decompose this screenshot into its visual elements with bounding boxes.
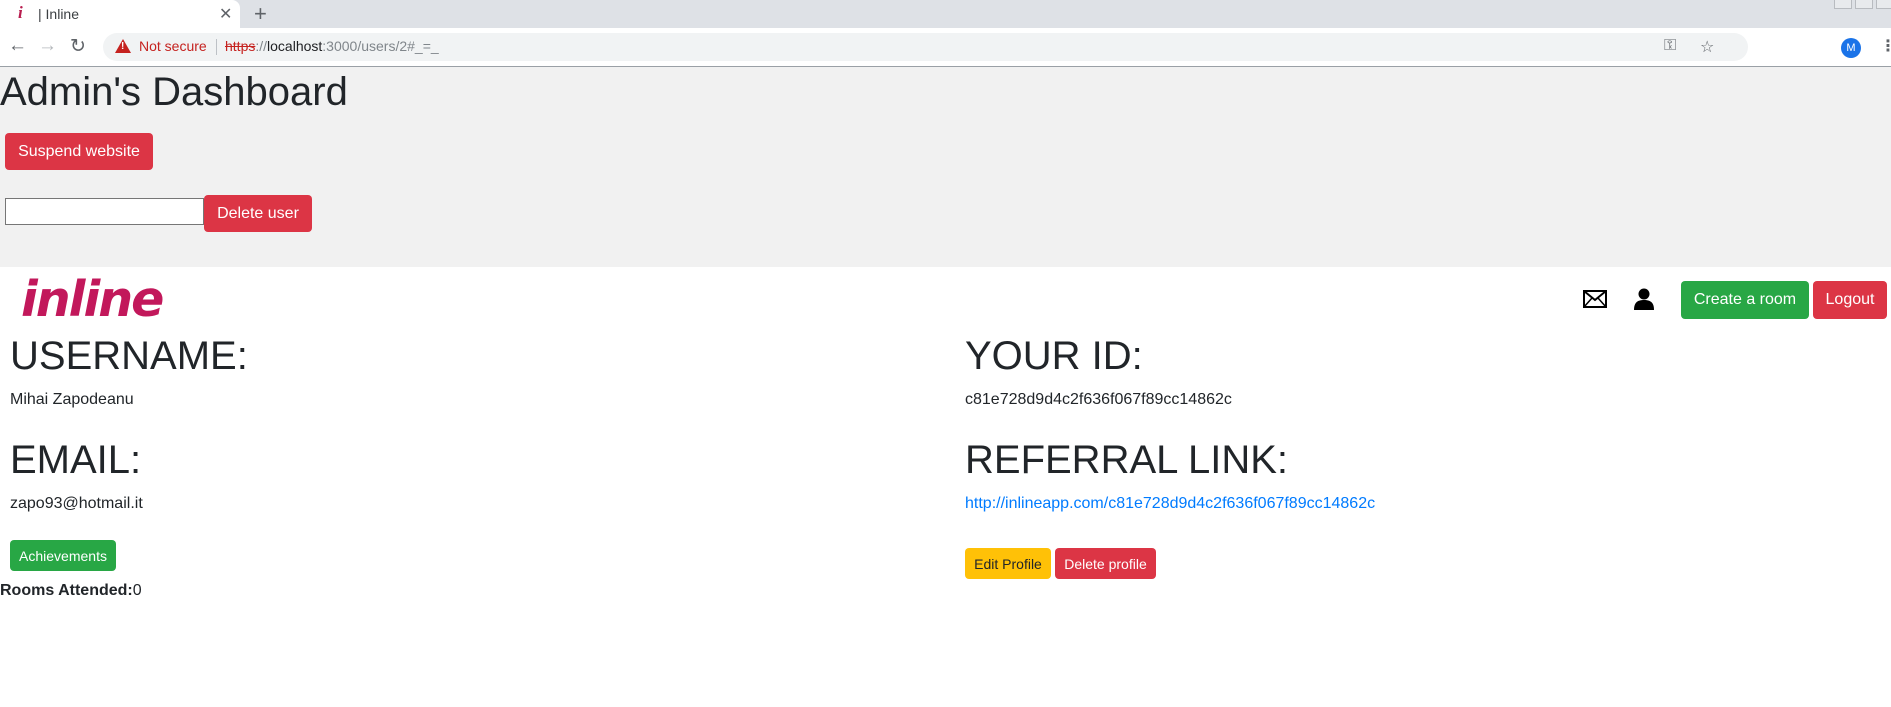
maximize-window-icon[interactable] <box>1855 0 1873 9</box>
url-host: localhost <box>267 38 323 54</box>
email-value: zapo93@hotmail.it <box>10 495 143 512</box>
rooms-attended-value: 0 <box>132 582 142 599</box>
envelope-icon[interactable] <box>1583 290 1607 308</box>
url-separator: :// <box>255 38 268 54</box>
browser-toolbar: ← → ↻ Not secure https://localhost:3000/… <box>0 28 1891 67</box>
close-window-icon[interactable] <box>1876 0 1891 9</box>
delete-user-button[interactable]: Delete user <box>204 195 312 232</box>
email-heading: EMAIL: <box>10 438 142 482</box>
your-id-value: c81e728d9d4c2f636f067f89cc14862c <box>965 391 1232 408</box>
username-value: Mihai Zapodeanu <box>10 391 134 408</box>
address-bar[interactable]: Not secure https://localhost:3000/users/… <box>103 33 1748 61</box>
admin-dashboard-title: Admin's Dashboard <box>0 70 348 114</box>
your-id-heading: YOUR ID: <box>965 334 1143 378</box>
achievements-button[interactable]: Achievements <box>10 540 116 571</box>
user-profile-icon[interactable] <box>1634 288 1654 310</box>
delete-profile-button[interactable]: Delete profile <box>1055 548 1156 579</box>
delete-user-input[interactable] <box>5 198 204 225</box>
inline-favicon-icon: i <box>18 3 23 22</box>
omnibox-divider <box>216 39 217 55</box>
rooms-attended: Rooms Attended:0 <box>0 581 142 601</box>
reload-icon[interactable]: ↻ <box>70 35 86 58</box>
security-status[interactable]: Not secure <box>139 38 207 54</box>
minimize-window-icon[interactable] <box>1834 0 1852 9</box>
warning-icon <box>115 39 131 53</box>
logout-button[interactable]: Logout <box>1813 281 1887 319</box>
browser-menu-icon[interactable]: ⋮ <box>1880 36 1891 56</box>
key-icon[interactable]: ⚿ <box>1664 37 1676 55</box>
star-bookmark-icon[interactable]: ☆ <box>1700 37 1714 57</box>
create-room-button[interactable]: Create a room <box>1681 281 1809 319</box>
url-path: :3000/users/2#_=_ <box>322 38 439 54</box>
username-heading: USERNAME: <box>10 334 248 378</box>
profile-avatar[interactable]: M <box>1841 38 1861 58</box>
edit-profile-button[interactable]: Edit Profile <box>965 548 1051 579</box>
close-tab-icon[interactable]: ✕ <box>219 4 232 24</box>
referral-link-heading: REFERRAL LINK: <box>965 438 1289 482</box>
tab-title: | Inline <box>38 6 79 22</box>
browser-tab[interactable]: i | Inline ✕ <box>0 0 240 28</box>
rooms-attended-label: Rooms Attended: <box>0 582 133 599</box>
suspend-website-button[interactable]: Suspend website <box>5 133 153 170</box>
referral-link[interactable]: http://inlineapp.com/c81e728d9d4c2f636f0… <box>965 494 1375 514</box>
url-text[interactable]: https://localhost:3000/users/2#_=_ <box>225 38 439 54</box>
browser-tab-strip: i | Inline ✕ + <box>0 0 1891 28</box>
url-scheme: https <box>225 38 256 54</box>
back-arrow-icon[interactable]: ← <box>8 35 27 57</box>
new-tab-icon[interactable]: + <box>254 1 267 27</box>
admin-dashboard: Admin's Dashboard Suspend website Delete… <box>0 67 1891 267</box>
forward-arrow-icon[interactable]: → <box>38 35 57 57</box>
inline-logo[interactable]: inline <box>21 271 164 328</box>
